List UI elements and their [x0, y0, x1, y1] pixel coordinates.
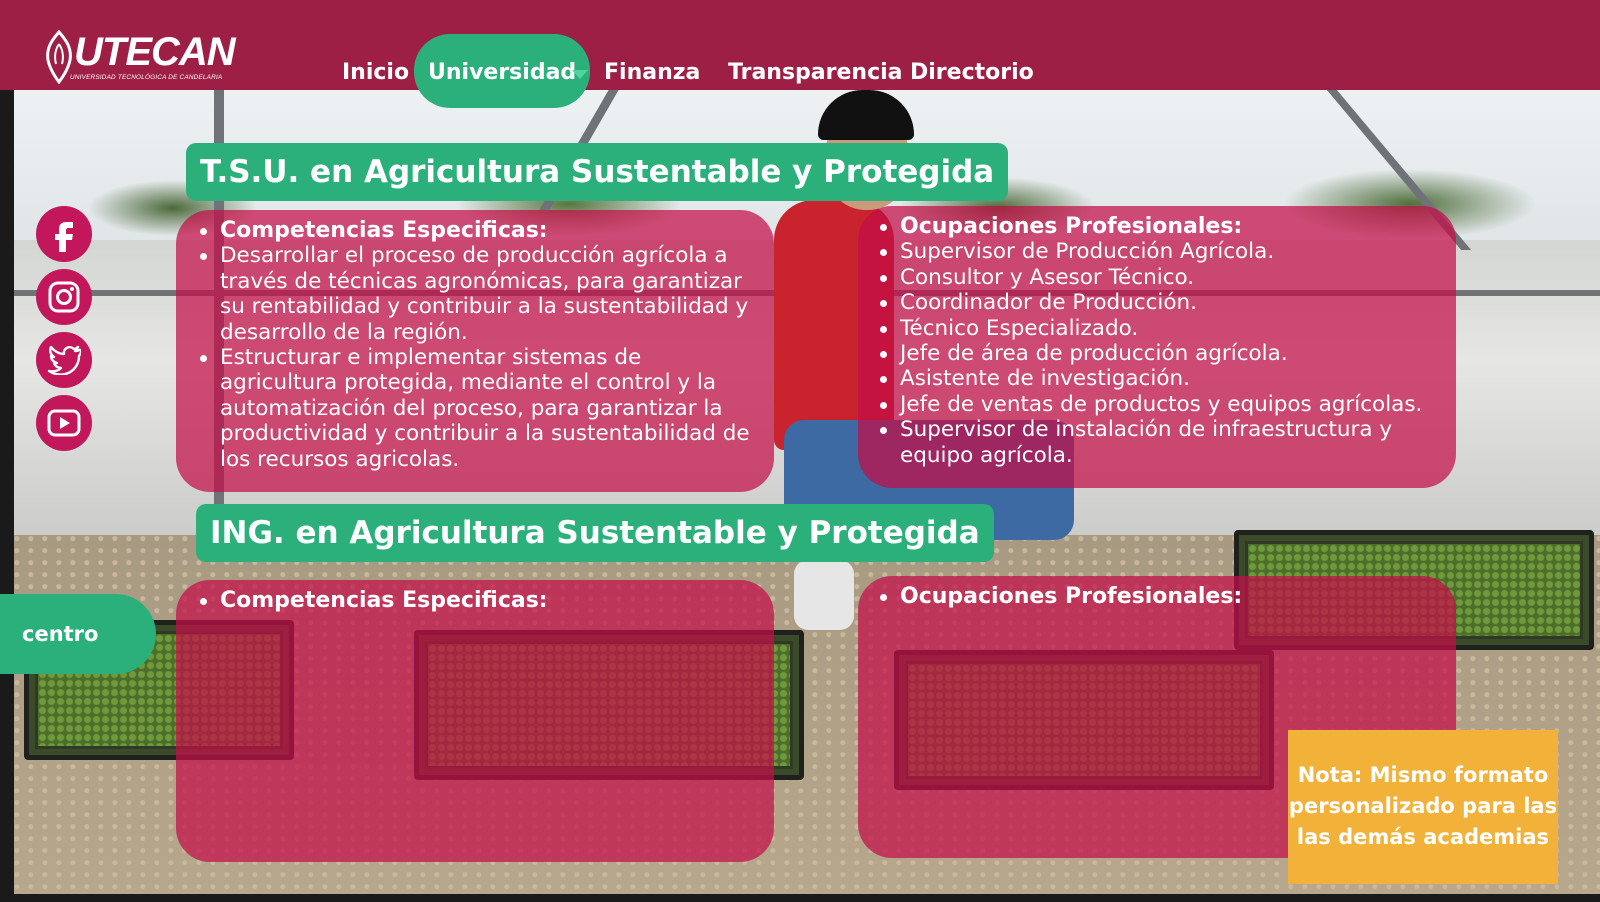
tsu-competencias-heading: Competencias Especificas: — [194, 218, 764, 243]
ing-competencias-list: Competencias Especificas: — [194, 588, 764, 613]
note-box: Nota: Mismo formato personalizado para l… — [1288, 730, 1558, 884]
ing-competencias-panel: Competencias Especificas: — [176, 580, 774, 862]
note-line: personalizado para las — [1288, 794, 1558, 818]
list-item: Supervisor de instalación de infraestruc… — [874, 417, 1436, 468]
nav-item-finanza[interactable]: Finanza — [604, 60, 700, 85]
twitter-glyph — [47, 345, 81, 375]
logo-subtitle: UNIVERSIDAD TECNOLÓGICA DE CANDELARIA — [70, 74, 223, 81]
youtube-icon[interactable] — [36, 395, 92, 451]
note-line: las demás academias — [1296, 825, 1550, 849]
ing-ocupaciones-list: Ocupaciones Profesionales: — [874, 584, 1436, 609]
list-item: Asistente de investigación. — [874, 366, 1436, 391]
nav-item-directorio[interactable]: Directorio — [910, 60, 1034, 85]
list-item: Supervisor de Producción Agrícola. — [874, 239, 1436, 264]
list-item: Consultor y Asesor Técnico. — [874, 265, 1436, 290]
list-item: Técnico Especializado. — [874, 316, 1436, 341]
tsu-ocupaciones-heading: Ocupaciones Profesionales: — [874, 214, 1436, 239]
youtube-glyph — [47, 409, 81, 437]
tsu-ocupaciones-panel: Ocupaciones Profesionales: Supervisor de… — [858, 206, 1456, 488]
ing-ocupaciones-heading: Ocupaciones Profesionales: — [874, 584, 1436, 609]
note-line: Nota: Mismo formato — [1297, 763, 1549, 787]
list-item: Estructurar e implementar sistemas de ag… — [194, 345, 764, 472]
list-item: Jefe de área de producción agrícola. — [874, 341, 1436, 366]
twitter-icon[interactable] — [36, 332, 92, 388]
page: UTECAN UNIVERSIDAD TECNOLÓGICA DE CANDEL… — [0, 0, 1600, 902]
list-item: Desarrollar el proceso de producción agr… — [194, 243, 764, 345]
person-shoe — [794, 560, 854, 630]
nav-item-universidad[interactable]: Universidad — [428, 60, 576, 85]
centro-tab[interactable]: centro — [0, 594, 156, 674]
tsu-competencias-panel: Competencias Especificas: Desarrollar el… — [176, 210, 774, 492]
instagram-glyph — [48, 281, 80, 313]
list-item: Coordinador de Producción. — [874, 290, 1436, 315]
facebook-glyph — [55, 222, 73, 252]
list-item: Jefe de ventas de productos y equipos ag… — [874, 392, 1436, 417]
utecan-logo[interactable]: UTECAN UNIVERSIDAD TECNOLÓGICA DE CANDEL… — [44, 30, 244, 86]
facebook-icon[interactable] — [36, 206, 92, 262]
logo-wordmark: UTECAN — [74, 30, 236, 74]
ing-competencias-heading: Competencias Especificas: — [194, 588, 764, 613]
tsu-ocupaciones-list: Ocupaciones Profesionales: Supervisor de… — [874, 214, 1436, 468]
instagram-icon[interactable] — [36, 269, 92, 325]
nav-item-transparencia[interactable]: Transparencia — [728, 60, 903, 85]
section-title-tsu: T.S.U. en Agricultura Sustentable y Prot… — [186, 143, 1009, 201]
chevron-down-icon[interactable] — [572, 70, 588, 79]
section-title-ing: ING. en Agricultura Sustentable y Proteg… — [196, 504, 994, 562]
tsu-competencias-list: Competencias Especificas: Desarrollar el… — [194, 218, 764, 472]
nav-item-inicio[interactable]: Inicio — [342, 60, 409, 85]
